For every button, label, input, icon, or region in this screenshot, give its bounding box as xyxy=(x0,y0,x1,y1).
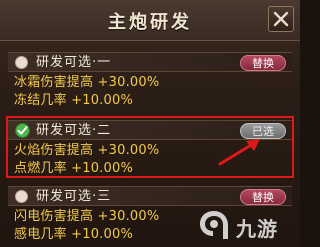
stat-line: 闪电伤害提高 +30.00% xyxy=(14,209,160,224)
close-button[interactable] xyxy=(268,6,294,32)
annotation-arrow-icon xyxy=(218,139,260,166)
radio-unchecked-3[interactable] xyxy=(15,190,28,203)
close-x-icon xyxy=(273,11,289,27)
watermark-text: 九游 xyxy=(236,217,278,241)
option-label-1: 研发可选·一 xyxy=(36,55,112,70)
stat-line: 冻结几率 +10.00% xyxy=(14,93,133,108)
option-card-1[interactable]: 研发可选·一 替换 冰霜伤害提高 +30.00% 冻结几率 +10.00% xyxy=(8,52,292,112)
stat-line: 感电几率 +10.00% xyxy=(14,227,133,242)
panel-title: 主炮研发 xyxy=(108,12,192,33)
replace-button-3[interactable]: 替换 xyxy=(240,189,286,205)
title-bar: 主炮研发 xyxy=(0,0,300,41)
option-header-1: 研发可选·一 替换 xyxy=(8,52,292,72)
research-panel: 主炮研发 研发可选·一 替换 冰霜伤害提高 +30.00% 冻结几率 +10.0… xyxy=(0,0,300,247)
replace-button-1[interactable]: 替换 xyxy=(240,55,286,71)
stat-line: 冰霜伤害提高 +30.00% xyxy=(14,75,160,90)
option-label-3: 研发可选·三 xyxy=(36,189,112,204)
radio-unchecked-1[interactable] xyxy=(15,56,28,69)
option-header-3: 研发可选·三 替换 xyxy=(8,186,292,206)
watermark-logo: 九游 xyxy=(196,208,292,242)
nine-game-logo-icon xyxy=(200,211,228,239)
